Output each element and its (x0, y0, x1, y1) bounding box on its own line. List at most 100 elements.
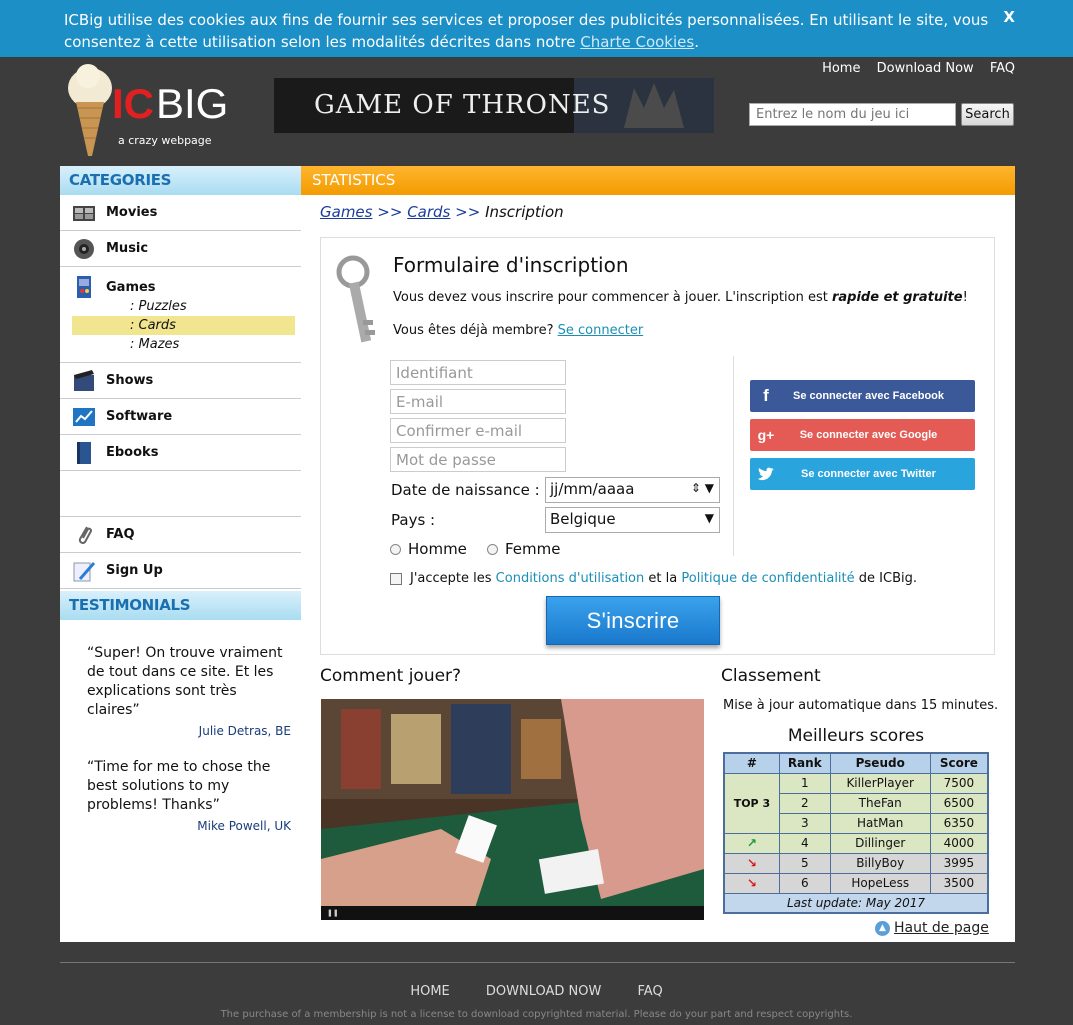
cookie-charter-link[interactable]: Charte Cookies (580, 33, 694, 51)
sidebar-item-label: Games (106, 279, 156, 295)
sidebar-item-sign-up[interactable]: Sign Up (60, 553, 301, 589)
ranking-note: Mise à jour automatique dans 15 minutes. (723, 698, 999, 713)
search-button[interactable]: Search (961, 103, 1014, 126)
sidebar-item-games[interactable]: Games : Puzzles : Cards : Mazes (60, 267, 301, 363)
terms-checkbox[interactable] (390, 572, 402, 585)
best-scores-heading: Meilleurs scores (787, 726, 925, 746)
chevron-down-icon: ▼ (704, 511, 714, 525)
breadcrumb-games[interactable]: Games (320, 203, 372, 221)
breadcrumb-current: Inscription (485, 203, 564, 221)
back-to-top-link[interactable]: ▲ Haut de page (875, 920, 989, 936)
sidebar-item-label: Movies (106, 205, 158, 220)
site-logo[interactable]: IC BIG a crazy webpage (60, 60, 245, 160)
signup-form: Formulaire d'inscription Vous devez vous… (320, 237, 995, 655)
spinner-icon[interactable]: ⇕ ▼ (691, 481, 714, 495)
up-arrow-icon: ↗ (723, 832, 780, 854)
birthdate-field[interactable]: jj/mm/aaaa ⇕ ▼ (545, 477, 720, 503)
footer-divider (60, 962, 1015, 963)
table-row: ↗ 4 Dillinger 4000 (723, 832, 989, 854)
sidebar-item-label: Software (106, 409, 173, 424)
how-to-play-heading: Comment jouer? (320, 666, 462, 686)
ranking-heading: Classement (721, 666, 821, 686)
cookie-banner: ICBig utilise des cookies aux fins de fo… (0, 0, 1073, 57)
country-select[interactable]: Belgique ▼ (545, 507, 720, 533)
sidebar-item-shows[interactable]: Shows (60, 363, 301, 399)
cookie-close-button[interactable]: X (1003, 6, 1015, 28)
cookie-text: ICBig utilise des cookies aux fins de fo… (64, 11, 989, 51)
pen-icon (72, 559, 96, 583)
table-row: TOP 3 1 KillerPlayer 7500 (723, 772, 989, 834)
facebook-login-button[interactable]: f Se connecter avec Facebook (750, 380, 975, 412)
gender-female-radio[interactable]: Femme (487, 540, 561, 558)
sidebar: CATEGORIES Movies Music Games : Puzzles … (60, 166, 301, 833)
testimonial-author: Mike Powell, UK (197, 819, 291, 833)
sidebar-item-faq[interactable]: FAQ (60, 517, 301, 553)
top3-label: TOP 3 (723, 772, 780, 834)
play-icon[interactable]: ❚❚ (327, 909, 339, 917)
arcade-icon (72, 275, 96, 299)
password-field[interactable] (390, 447, 566, 472)
sidebar-sub-cards[interactable]: : Cards (72, 316, 295, 335)
breadcrumb-cards[interactable]: Cards (407, 203, 450, 221)
search-input[interactable] (749, 103, 956, 126)
nav-home[interactable]: Home (822, 61, 860, 76)
privacy-link[interactable]: Politique de confidentialité (681, 571, 854, 586)
sidebar-sub-puzzles[interactable]: : Puzzles (72, 297, 301, 316)
confirm-email-field[interactable] (390, 418, 566, 443)
username-field[interactable] (390, 360, 566, 385)
sidebar-item-label: Shows (106, 373, 154, 388)
clapperboard-icon (72, 369, 96, 393)
twitter-icon (750, 458, 782, 490)
footer-nav: HOME DOWNLOAD NOW FAQ (0, 984, 1073, 999)
terms-checkbox-row: J'accepte les Conditions d'utilisation e… (390, 571, 917, 586)
main-panel: CATEGORIES Movies Music Games : Puzzles … (60, 166, 1015, 942)
sidebar-item-ebooks[interactable]: Ebooks (60, 435, 301, 471)
gender-male-radio[interactable]: Homme (390, 540, 467, 558)
footer-download-now[interactable]: DOWNLOAD NOW (486, 984, 601, 999)
form-title: Formulaire d'inscription (393, 253, 629, 277)
logo-tagline: a crazy webpage (118, 134, 212, 147)
tutorial-video[interactable]: ❚❚ (321, 699, 704, 920)
google-login-button[interactable]: g+ Se connecter avec Google (750, 419, 975, 451)
sidebar-item-movies[interactable]: Movies (60, 195, 301, 231)
content-area: STATISTICS Games >> Cards >> Inscription… (301, 166, 1015, 936)
birthdate-label: Date de naissance : (391, 481, 540, 499)
nav-download-now[interactable]: Download Now (877, 61, 974, 76)
footer-home[interactable]: HOME (410, 984, 449, 999)
terms-link[interactable]: Conditions d'utilisation (496, 571, 645, 586)
sidebar-item-software[interactable]: Software (60, 399, 301, 435)
arrow-up-icon: ▲ (875, 920, 890, 936)
sidebar-item-label: Sign Up (106, 563, 163, 578)
statistics-heading: STATISTICS (301, 166, 1015, 195)
testimonial-quote: “Super! On trouve vraiment de tout dans … (87, 645, 283, 718)
ad-banner[interactable]: GAME OF THRONES (274, 78, 714, 133)
form-member-text: Vous êtes déjà membre? (393, 323, 554, 338)
table-footer-row: Last update: May 2017 (723, 892, 989, 914)
table-row: ↘ 6 HopeLess 3500 (723, 872, 989, 894)
chart-icon (72, 405, 96, 429)
svg-text:BIG: BIG (156, 80, 228, 127)
country-label: Pays : (391, 511, 436, 529)
email-field[interactable] (390, 389, 566, 414)
table-row: ↘ 5 BillyBoy 3995 (723, 852, 989, 874)
categories-heading: CATEGORIES (60, 166, 301, 195)
form-divider (733, 356, 734, 556)
down-arrow-icon: ↘ (723, 872, 780, 894)
form-intro-bold: rapide et gratuite (831, 290, 963, 305)
svg-text:IC: IC (112, 80, 154, 127)
speaker-icon (72, 237, 96, 261)
sidebar-sub-mazes[interactable]: : Mazes (72, 335, 301, 354)
sidebar-item-music[interactable]: Music (60, 231, 301, 267)
form-intro: Vous devez vous inscrire pour commencer … (393, 290, 828, 305)
scores-table: # Rank Pseudo Score TOP 3 1 KillerPlayer… (723, 752, 989, 914)
nav-faq[interactable]: FAQ (990, 61, 1015, 76)
testimonials-heading: TESTIMONIALS (60, 591, 301, 620)
login-link[interactable]: Se connecter (558, 323, 644, 338)
signup-submit-button[interactable]: S'inscrire (546, 596, 720, 645)
film-icon (72, 201, 96, 225)
video-controls[interactable]: ❚❚ (321, 906, 704, 920)
key-icon (333, 250, 389, 354)
twitter-login-button[interactable]: Se connecter avec Twitter (750, 458, 975, 490)
sidebar-item-label: Music (106, 241, 149, 256)
footer-faq[interactable]: FAQ (638, 984, 663, 999)
